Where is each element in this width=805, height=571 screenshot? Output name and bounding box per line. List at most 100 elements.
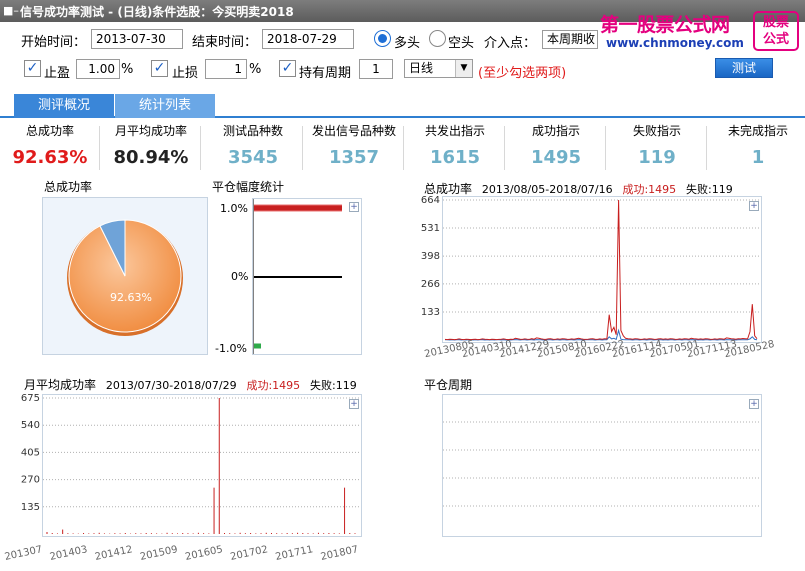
stat-total-success: 总成功率 92.63% <box>0 120 100 176</box>
monthly-title-text: 月平均成功率 <box>24 378 97 392</box>
take-profit-input[interactable]: 1.00 <box>76 59 120 79</box>
end-time-label: 结束时间： <box>192 35 258 50</box>
stat-label: 未完成指示 <box>727 124 788 138</box>
monthly-chart-title: 月平均成功率 2013/07/30-2018/07/29 成功:1495 失败:… <box>24 376 357 393</box>
pie-center-label: 92.63% <box>110 291 152 304</box>
stat-value: 80.94% <box>113 147 189 168</box>
stat-value: 119 <box>638 147 676 168</box>
start-date-field[interactable]: 2013-07-30 <box>91 29 183 49</box>
stat-label: 成功指示 <box>531 124 580 138</box>
monthly-success-label: 成功: <box>246 379 273 392</box>
range-bar <box>254 205 342 211</box>
long-label: 多头 <box>394 36 421 51</box>
daily-series-line <box>444 199 758 341</box>
pie-chart-panel: 92.63% <box>42 197 208 355</box>
daily-fail-label: 失败: <box>686 183 712 196</box>
take-profit-label: 止盈 <box>44 66 71 81</box>
monthly-x-tick: 201807 <box>320 544 360 563</box>
short-label: 空头 <box>448 36 475 51</box>
chevron-down-icon[interactable]: ▼ <box>455 60 472 77</box>
monthly-chart <box>43 397 361 534</box>
stat-tested-count: 测试品种数 3545 <box>203 120 303 176</box>
range-chart-panel: + <box>252 198 362 355</box>
daily-y-tick: 133 <box>421 307 440 318</box>
long-radio[interactable] <box>374 30 391 47</box>
monthly-y-tick: 675 <box>21 393 40 404</box>
stat-value: 1495 <box>530 147 582 168</box>
hold-period-checkbox[interactable]: ✓ <box>279 60 296 77</box>
period-select[interactable]: 日线 ▼ <box>404 59 473 78</box>
stat-label: 共发出指示 <box>424 124 485 138</box>
monthly-x-tick: 201711 <box>275 544 315 563</box>
hold-period-label: 持有周期 <box>299 66 352 81</box>
stop-loss-label: 止损 <box>172 66 199 81</box>
stat-label: 总成功率 <box>25 124 74 138</box>
expand-daily-icon[interactable]: + <box>749 201 759 211</box>
tab-bar: 测评概况 统计列表 <box>0 94 805 118</box>
daily-chart <box>443 199 761 341</box>
start-time-label: 开始时间： <box>21 35 87 50</box>
brand-logo: 第一股票公式网 www.chnmoney.com 股票 公式 <box>596 8 802 52</box>
end-date-field[interactable]: 2018-07-29 <box>262 29 354 49</box>
monthly-x-tick: 201702 <box>229 544 269 563</box>
expand-hold-icon[interactable]: + <box>749 399 759 409</box>
logo-seal-line2: 公式 <box>762 32 789 47</box>
range-bar <box>254 276 342 278</box>
stat-signal-count: 发出信号品种数 1357 <box>304 120 404 176</box>
stat-unfinished-signals: 未完成指示 1 <box>708 120 805 176</box>
daily-y-tick: 266 <box>421 279 440 290</box>
stat-total-signals: 共发出指示 1615 <box>405 120 505 176</box>
monthly-y-tick: 540 <box>21 420 40 431</box>
range-tick-mid: 0% <box>231 270 249 283</box>
range-title: 平仓幅度统计 <box>212 180 285 194</box>
tab-overview[interactable]: 测评概况 <box>14 94 114 118</box>
stat-value: 92.63% <box>12 147 88 168</box>
range-bar <box>254 343 262 349</box>
monthly-success-value: 1495 <box>272 379 301 392</box>
monthly-x-tick: 201403 <box>49 544 89 563</box>
daily-chart-title: 总成功率 2013/08/05-2018/07/16 成功:1495 失败:11… <box>424 180 733 197</box>
stat-success-signals: 成功指示 1495 <box>506 120 606 176</box>
monthly-fail-value: 119 <box>335 379 357 392</box>
tab-statistics-list[interactable]: 统计列表 <box>115 94 215 118</box>
daily-title-text: 总成功率 <box>424 182 473 196</box>
logo-brand-text: 第一股票公式网 <box>600 14 730 36</box>
stat-value: 1615 <box>429 147 481 168</box>
hold-period-chart-title: 平仓周期 <box>424 378 473 392</box>
monthly-y-tick: 405 <box>21 447 40 458</box>
hold-period-input[interactable]: 1 <box>359 59 393 79</box>
pie-chart: 92.63% <box>67 219 183 336</box>
app-icon: ■– <box>3 4 19 17</box>
range-chart <box>252 199 342 354</box>
stats-summary: 总成功率 92.63% 月平均成功率 80.94% 测试品种数 3545 发出信… <box>0 120 805 176</box>
short-radio[interactable] <box>429 30 446 47</box>
period-value: 日线 <box>409 61 434 75</box>
daily-success-value: 1495 <box>648 183 677 196</box>
take-profit-checkbox[interactable]: ✓ <box>24 60 41 77</box>
entry-point-label: 介入点： <box>484 36 537 51</box>
monthly-chart-panel: + <box>42 394 362 537</box>
monthly-x-tick: 201605 <box>184 544 224 563</box>
pie-title: 总成功率 <box>44 180 93 194</box>
stop-loss-input[interactable]: 1 <box>205 59 247 79</box>
stat-label: 月平均成功率 <box>114 124 187 138</box>
hold-period-chart <box>443 421 761 507</box>
monthly-fail-label: 失败: <box>310 379 336 392</box>
expand-range-icon[interactable]: + <box>349 202 359 212</box>
expand-monthly-icon[interactable]: + <box>349 399 359 409</box>
entry-point-value: 本周期收 <box>547 32 596 46</box>
range-tick-top: 1.0% <box>220 202 248 215</box>
window-title: 信号成功率测试 - (日线)条件选股：今买明卖2018 <box>20 5 294 19</box>
daily-success-label: 成功: <box>622 183 649 196</box>
stop-loss-checkbox[interactable]: ✓ <box>151 60 168 77</box>
daily-fail-value: 119 <box>711 183 733 196</box>
stop-loss-percent: % <box>249 62 262 77</box>
logo-seal: 股票 公式 <box>753 11 799 51</box>
daily-y-tick: 531 <box>421 223 440 234</box>
test-button[interactable]: 测试 <box>715 58 773 78</box>
take-profit-percent: % <box>121 62 134 77</box>
monthly-y-tick: 270 <box>21 475 40 486</box>
monthly-x-tick: 201509 <box>139 544 179 563</box>
range-tick-bottom: -1.0% <box>215 342 247 355</box>
entry-point-select[interactable]: 本周期收 <box>542 30 598 49</box>
